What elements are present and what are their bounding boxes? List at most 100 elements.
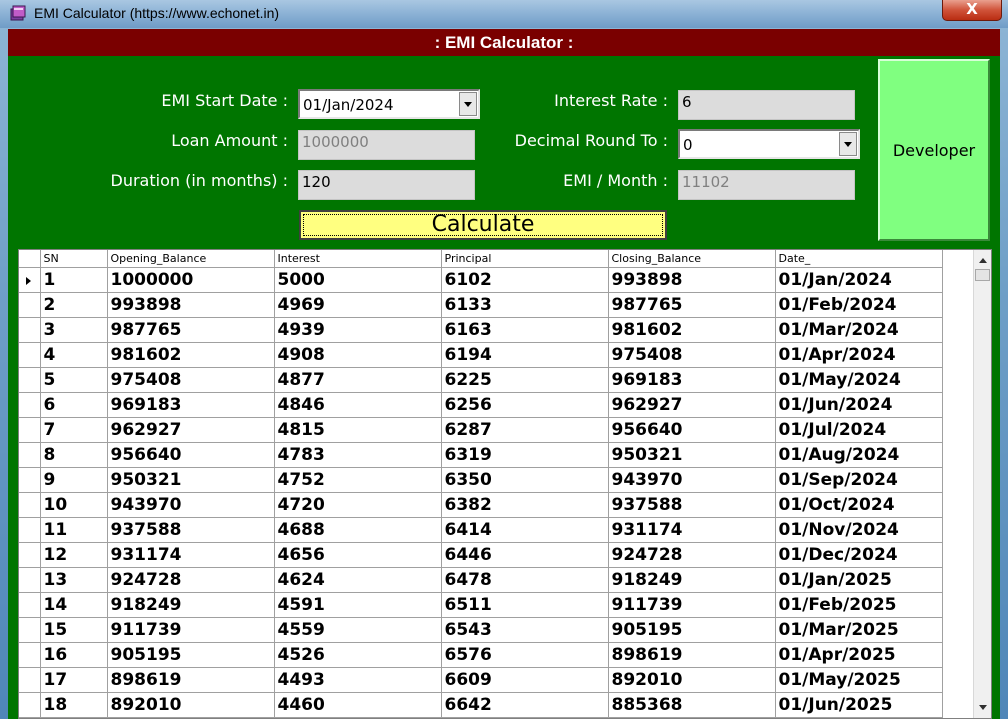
table-cell[interactable]: 4783 xyxy=(274,442,442,468)
table-cell[interactable]: 956640 xyxy=(608,417,776,443)
table-cell[interactable]: 962927 xyxy=(107,417,275,443)
row-selector[interactable] xyxy=(19,442,41,468)
table-cell[interactable]: 975408 xyxy=(107,367,275,393)
row-selector[interactable] xyxy=(19,642,41,668)
row-selector[interactable] xyxy=(19,392,41,418)
table-cell[interactable]: 4559 xyxy=(274,617,442,643)
row-selector[interactable] xyxy=(19,692,41,718)
table-cell[interactable]: 898619 xyxy=(608,642,776,668)
table-cell[interactable]: 4 xyxy=(40,342,108,368)
table-row[interactable]: 2 993898 4969 6133 987765 01/Feb/2024 xyxy=(19,292,943,318)
table-cell[interactable]: 01/Feb/2024 xyxy=(775,292,943,318)
duration-field[interactable]: 120 xyxy=(298,170,475,200)
scroll-down-icon[interactable] xyxy=(979,705,987,710)
table-cell[interactable]: 01/Jun/2025 xyxy=(775,692,943,718)
table-cell[interactable]: 01/Dec/2024 xyxy=(775,542,943,568)
table-cell[interactable]: 6102 xyxy=(441,267,609,293)
table-cell[interactable]: 4720 xyxy=(274,492,442,518)
table-row[interactable]: 7 962927 4815 6287 956640 01/Jul/2024 xyxy=(19,417,943,443)
table-cell[interactable]: 6133 xyxy=(441,292,609,318)
table-cell[interactable]: 01/Jan/2024 xyxy=(775,267,943,293)
table-cell[interactable]: 01/Mar/2024 xyxy=(775,317,943,343)
table-cell[interactable]: 6382 xyxy=(441,492,609,518)
table-cell[interactable]: 987765 xyxy=(608,292,776,318)
table-cell[interactable]: 969183 xyxy=(608,367,776,393)
table-cell[interactable]: 5 xyxy=(40,367,108,393)
table-cell[interactable]: 4846 xyxy=(274,392,442,418)
table-cell[interactable]: 969183 xyxy=(107,392,275,418)
vertical-scrollbar[interactable] xyxy=(973,250,991,718)
table-row[interactable]: 16 905195 4526 6576 898619 01/Apr/2025 xyxy=(19,642,943,668)
table-cell[interactable]: 01/May/2025 xyxy=(775,667,943,693)
table-cell[interactable]: 01/Jul/2024 xyxy=(775,417,943,443)
developer-button[interactable]: Developer xyxy=(878,59,990,241)
table-cell[interactable]: 892010 xyxy=(608,667,776,693)
table-cell[interactable]: 9 xyxy=(40,467,108,493)
table-cell[interactable]: 943970 xyxy=(608,467,776,493)
interest-rate-field[interactable]: 6 xyxy=(678,90,855,120)
table-cell[interactable]: 6511 xyxy=(441,592,609,618)
table-row[interactable]: 6 969183 4846 6256 962927 01/Jun/2024 xyxy=(19,392,943,418)
table-cell[interactable]: 4526 xyxy=(274,642,442,668)
column-header[interactable]: Date_ xyxy=(775,250,943,268)
row-selector[interactable] xyxy=(19,492,41,518)
row-selector[interactable] xyxy=(19,342,41,368)
table-cell[interactable]: 962927 xyxy=(608,392,776,418)
table-cell[interactable]: 4939 xyxy=(274,317,442,343)
scroll-up-icon[interactable] xyxy=(979,258,987,263)
table-row[interactable]: 14 918249 4591 6511 911739 01/Feb/2025 xyxy=(19,592,943,618)
table-cell[interactable]: 6163 xyxy=(441,317,609,343)
table-cell[interactable]: 12 xyxy=(40,542,108,568)
row-selector[interactable] xyxy=(19,467,41,493)
table-cell[interactable]: 4493 xyxy=(274,667,442,693)
table-cell[interactable]: 11 xyxy=(40,517,108,543)
table-cell[interactable]: 01/Jun/2024 xyxy=(775,392,943,418)
table-cell[interactable]: 6225 xyxy=(441,367,609,393)
calculate-button[interactable]: Calculate xyxy=(299,210,667,240)
row-selector[interactable] xyxy=(19,617,41,643)
table-cell[interactable]: 15 xyxy=(40,617,108,643)
table-row[interactable]: 12 931174 4656 6446 924728 01/Dec/2024 xyxy=(19,542,943,568)
table-cell[interactable]: 01/Jan/2025 xyxy=(775,567,943,593)
table-cell[interactable]: 993898 xyxy=(107,292,275,318)
table-row[interactable]: 15 911739 4559 6543 905195 01/Mar/2025 xyxy=(19,617,943,643)
table-cell[interactable]: 4908 xyxy=(274,342,442,368)
table-cell[interactable]: 01/Nov/2024 xyxy=(775,517,943,543)
table-cell[interactable]: 3 xyxy=(40,317,108,343)
table-cell[interactable]: 918249 xyxy=(107,592,275,618)
table-cell[interactable]: 01/May/2024 xyxy=(775,367,943,393)
row-selector[interactable] xyxy=(19,542,41,568)
table-cell[interactable]: 01/Sep/2024 xyxy=(775,467,943,493)
table-cell[interactable]: 993898 xyxy=(608,267,776,293)
table-cell[interactable]: 918249 xyxy=(608,567,776,593)
table-row[interactable]: 3 987765 4939 6163 981602 01/Mar/2024 xyxy=(19,317,943,343)
table-cell[interactable]: 6287 xyxy=(441,417,609,443)
table-cell[interactable]: 6609 xyxy=(441,667,609,693)
table-row[interactable]: 1 1000000 5000 6102 993898 01/Jan/2024 xyxy=(19,267,943,293)
table-cell[interactable]: 975408 xyxy=(608,342,776,368)
table-cell[interactable]: 924728 xyxy=(608,542,776,568)
table-cell[interactable]: 956640 xyxy=(107,442,275,468)
column-header[interactable]: Closing_Balance xyxy=(608,250,776,268)
table-cell[interactable]: 4688 xyxy=(274,517,442,543)
table-cell[interactable]: 911739 xyxy=(107,617,275,643)
table-cell[interactable]: 885368 xyxy=(608,692,776,718)
table-cell[interactable]: 981602 xyxy=(107,342,275,368)
table-cell[interactable]: 2 xyxy=(40,292,108,318)
chevron-down-icon[interactable] xyxy=(839,132,857,156)
table-cell[interactable]: 01/Feb/2025 xyxy=(775,592,943,618)
table-cell[interactable]: 981602 xyxy=(608,317,776,343)
table-cell[interactable]: 911739 xyxy=(608,592,776,618)
table-cell[interactable]: 905195 xyxy=(107,642,275,668)
column-header[interactable]: Opening_Balance xyxy=(107,250,275,268)
table-cell[interactable]: 5000 xyxy=(274,267,442,293)
table-cell[interactable]: 01/Apr/2025 xyxy=(775,642,943,668)
table-cell[interactable]: 4815 xyxy=(274,417,442,443)
table-cell[interactable]: 6194 xyxy=(441,342,609,368)
row-selector[interactable] xyxy=(19,592,41,618)
table-cell[interactable]: 937588 xyxy=(107,517,275,543)
scrollbar-thumb[interactable] xyxy=(975,269,990,281)
table-cell[interactable]: 6350 xyxy=(441,467,609,493)
column-header[interactable]: Interest xyxy=(274,250,442,268)
table-cell[interactable]: 6414 xyxy=(441,517,609,543)
